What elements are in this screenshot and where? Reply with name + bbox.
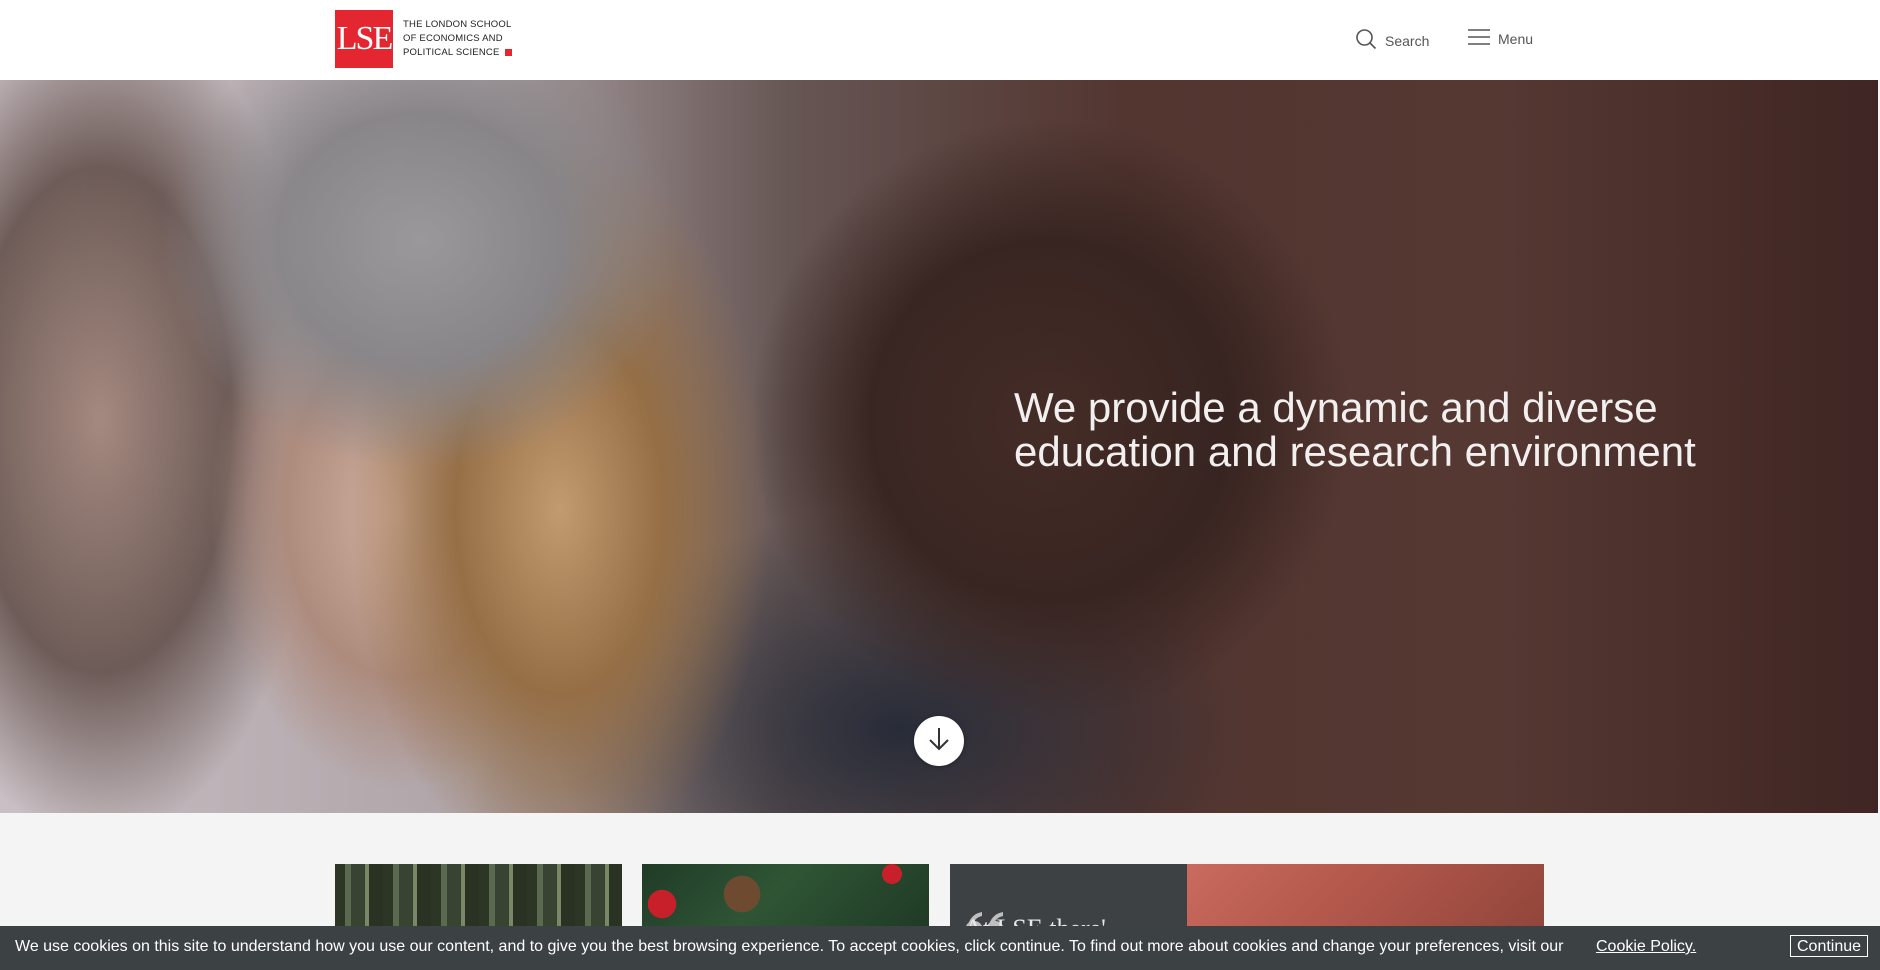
cookie-message: We use cookies on this site to understan… [15,938,1564,955]
cookie-continue-button[interactable]: Continue [1790,935,1869,957]
logo-mark: LSE [335,10,393,68]
arrow-down-icon [925,725,953,758]
logo-line-3: Political Science [403,46,512,60]
search-icon [1355,28,1377,53]
logo-wordmark: The London School of Economics and Polit… [403,18,512,60]
logo-red-square [504,48,512,56]
hero-headline: We provide a dynamic and diverse educati… [1014,384,1696,475]
menu-button[interactable]: Menu [1468,28,1533,49]
hamburger-icon [1468,28,1490,49]
scroll-down-button[interactable] [914,716,964,766]
logo-line-1: The London School [403,19,512,30]
cookie-policy-link[interactable]: Cookie Policy. [1596,938,1696,956]
logo-line-2: of Economics and [403,33,503,44]
search-label: Search [1385,32,1430,49]
hero-banner: We provide a dynamic and diverse educati… [0,80,1878,813]
cookie-banner: We use cookies on this site to understan… [0,926,1880,970]
site-header: LSE The London School of Economics and P… [0,0,1880,80]
search-button[interactable]: Search [1355,28,1429,53]
lse-logo[interactable]: LSE The London School of Economics and P… [335,10,512,68]
menu-label: Menu [1498,30,1534,47]
